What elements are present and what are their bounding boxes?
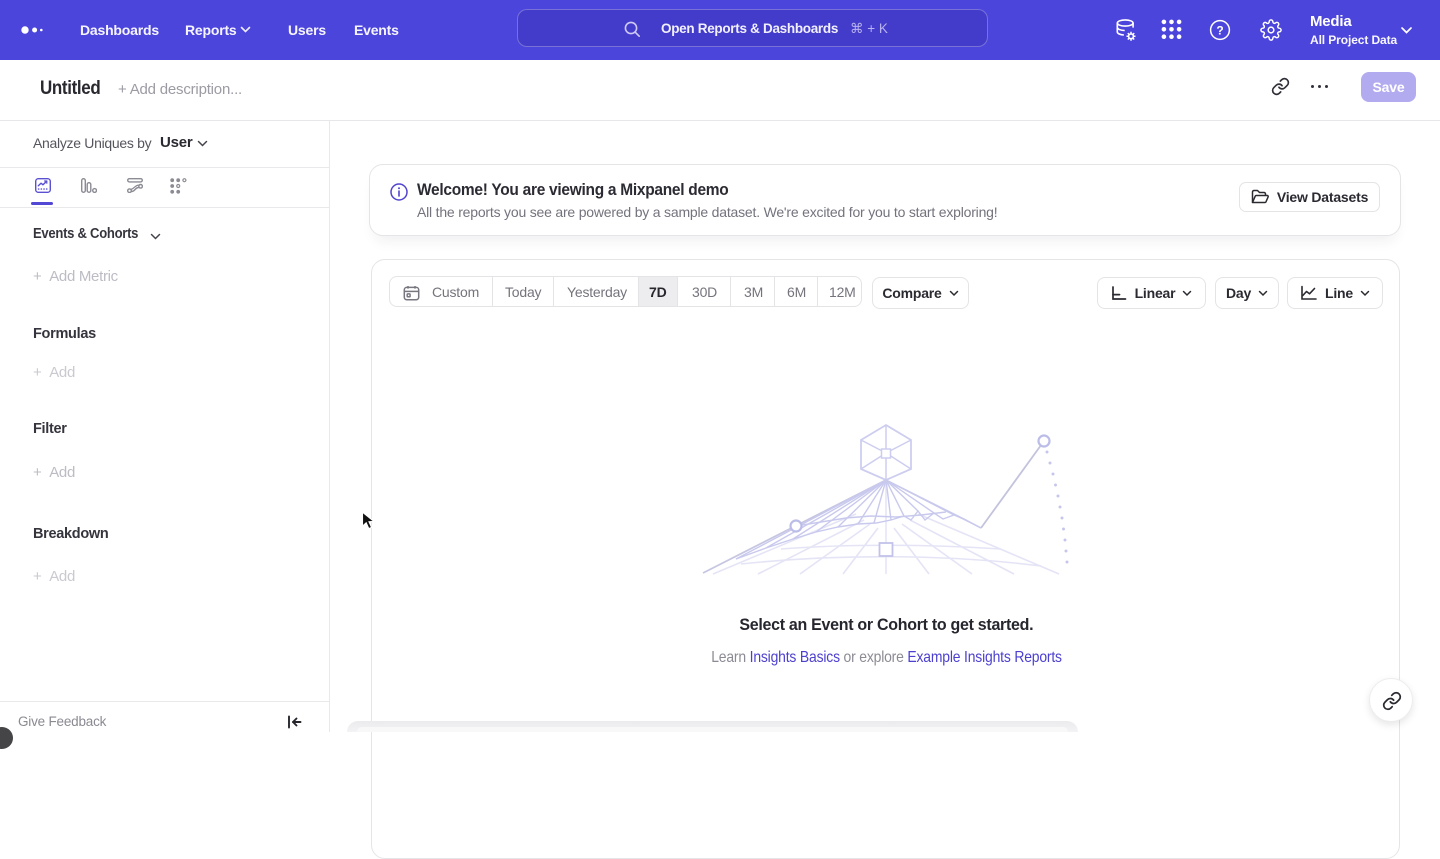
svg-text:?: ? xyxy=(1216,23,1223,37)
